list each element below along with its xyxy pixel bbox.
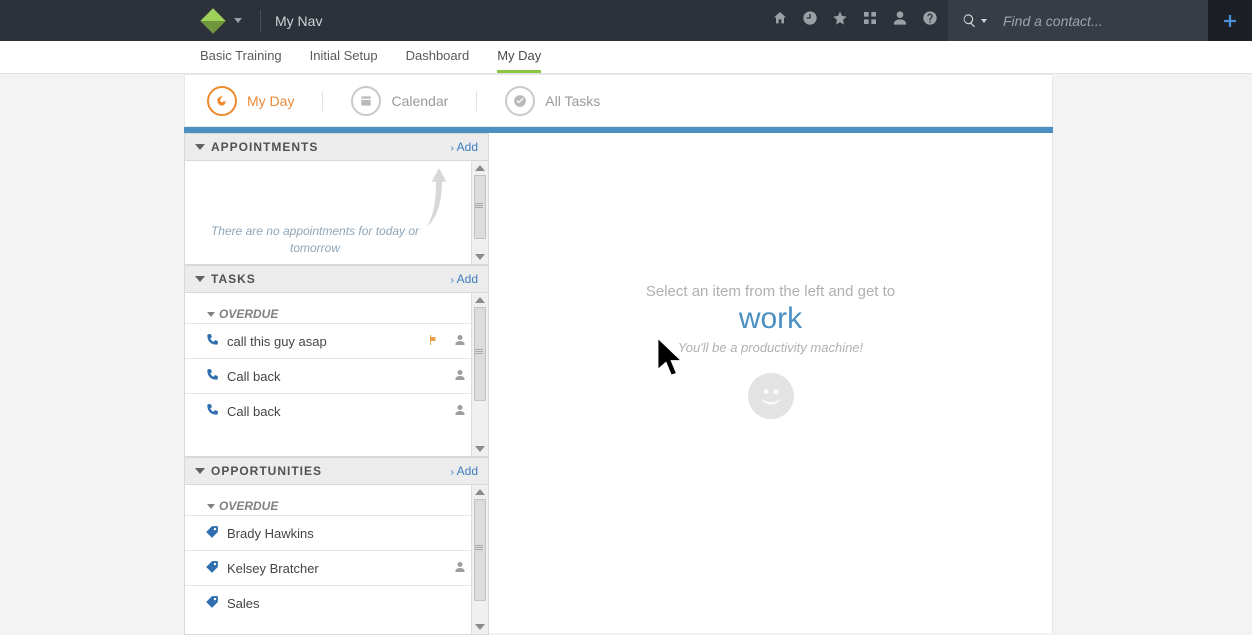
left-column: APPOINTMENTS Add There are no appointmen…: [184, 133, 489, 633]
tasks-group-overdue[interactable]: OVERDUE: [185, 293, 488, 323]
appointments-empty-text: There are no appointments for today or t…: [185, 161, 445, 257]
person-icon: [454, 404, 466, 419]
nav-basic-training[interactable]: Basic Training: [200, 41, 282, 73]
task-item[interactable]: Call back: [185, 358, 488, 393]
app-switcher[interactable]: [200, 12, 246, 30]
tasks-icon: [505, 86, 535, 116]
person-icon: [454, 561, 466, 576]
opportunity-item[interactable]: Sales: [185, 585, 488, 620]
phone-icon: [205, 333, 227, 350]
opps-group-overdue[interactable]: OVERDUE: [185, 485, 488, 515]
tag-icon: [205, 560, 227, 577]
add-appointment-link[interactable]: Add: [451, 140, 478, 154]
opportunity-item[interactable]: Brady Hawkins: [185, 515, 488, 550]
group-label: OVERDUE: [219, 499, 278, 513]
chevron-down-icon: [234, 18, 242, 23]
section-title: TASKS: [211, 272, 256, 286]
subtab-my-day[interactable]: My Day: [185, 75, 316, 126]
divider: [322, 91, 323, 111]
opportunity-label: Brady Hawkins: [227, 526, 314, 541]
task-label: Call back: [227, 404, 280, 419]
fire-icon: [207, 86, 237, 116]
topbar-icons: [322, 0, 948, 41]
subtab-calendar[interactable]: Calendar: [329, 75, 470, 126]
divider: [260, 10, 261, 32]
flag-icon: [428, 334, 440, 349]
logo-icon: [200, 8, 225, 33]
grid-icon[interactable]: [862, 10, 878, 31]
collapse-icon: [195, 276, 205, 282]
empty-state-line2: You'll be a productivity machine!: [489, 340, 1052, 355]
tag-icon: [205, 595, 227, 612]
section-title: APPOINTMENTS: [211, 140, 318, 154]
task-label: call this guy asap: [227, 334, 327, 349]
person-icon: [454, 334, 466, 349]
opportunity-item[interactable]: Kelsey Bratcher: [185, 550, 488, 585]
collapse-icon: [207, 504, 215, 509]
user-icon[interactable]: [892, 10, 908, 31]
add-new-button[interactable]: [1208, 0, 1252, 41]
star-icon[interactable]: [832, 10, 848, 31]
divider: [476, 91, 477, 111]
collapse-icon: [195, 144, 205, 150]
opportunities-list: OVERDUE Brady Hawkins Kelsey Bratcher Sa…: [184, 485, 489, 635]
help-icon[interactable]: [922, 10, 938, 31]
subtab-label: My Day: [247, 93, 294, 109]
nav-dashboard[interactable]: Dashboard: [406, 41, 470, 73]
group-label: OVERDUE: [219, 307, 278, 321]
nav-initial-setup[interactable]: Initial Setup: [310, 41, 378, 73]
nav-my-day[interactable]: My Day: [497, 41, 541, 73]
subtab-label: Calendar: [391, 93, 448, 109]
tasks-list: OVERDUE call this guy asap Call back Cal…: [184, 293, 489, 457]
chevron-down-icon: [981, 19, 987, 23]
phone-icon: [205, 403, 227, 420]
empty-state-word: work: [489, 302, 1052, 336]
task-item[interactable]: call this guy asap: [185, 323, 488, 358]
empty-state: Select an item from the left and get to …: [489, 283, 1052, 419]
opportunities-header[interactable]: OPPORTUNITIES Add: [184, 457, 489, 485]
collapse-icon: [207, 312, 215, 317]
empty-state-line1: Select an item from the left and get to: [489, 283, 1052, 300]
hint-arrow-icon: [424, 167, 454, 242]
opportunity-label: Sales: [227, 596, 260, 611]
detail-pane: Select an item from the left and get to …: [489, 133, 1053, 633]
main-nav: Basic Training Initial Setup Dashboard M…: [0, 41, 1252, 74]
search-input[interactable]: [1001, 12, 1165, 30]
search-icon: [962, 13, 977, 28]
search-area[interactable]: [948, 0, 1208, 41]
calendar-icon: [351, 86, 381, 116]
phone-icon: [205, 368, 227, 385]
subtab-label: All Tasks: [545, 93, 600, 109]
scrollbar[interactable]: [471, 161, 488, 264]
smiley-icon: [748, 373, 794, 419]
task-item[interactable]: Call back: [185, 393, 488, 428]
collapse-icon: [195, 468, 205, 474]
scrollbar[interactable]: [471, 293, 488, 456]
home-icon[interactable]: [772, 10, 788, 31]
app-title[interactable]: My Nav: [275, 13, 322, 29]
task-label: Call back: [227, 369, 280, 384]
topbar-left: My Nav: [0, 0, 322, 41]
add-task-link[interactable]: Add: [451, 272, 478, 286]
clock-icon[interactable]: [802, 10, 818, 31]
tag-icon: [205, 525, 227, 542]
appointments-list: There are no appointments for today or t…: [184, 161, 489, 265]
person-icon: [454, 369, 466, 384]
subtab-all-tasks[interactable]: All Tasks: [483, 75, 622, 126]
scrollbar[interactable]: [471, 485, 488, 634]
view-tabs: My Day Calendar All Tasks: [184, 74, 1053, 127]
appointments-header[interactable]: APPOINTMENTS Add: [184, 133, 489, 161]
top-bar: My Nav: [0, 0, 1252, 41]
add-opportunity-link[interactable]: Add: [451, 464, 478, 478]
tasks-header[interactable]: TASKS Add: [184, 265, 489, 293]
opportunity-label: Kelsey Bratcher: [227, 561, 319, 576]
section-title: OPPORTUNITIES: [211, 464, 322, 478]
